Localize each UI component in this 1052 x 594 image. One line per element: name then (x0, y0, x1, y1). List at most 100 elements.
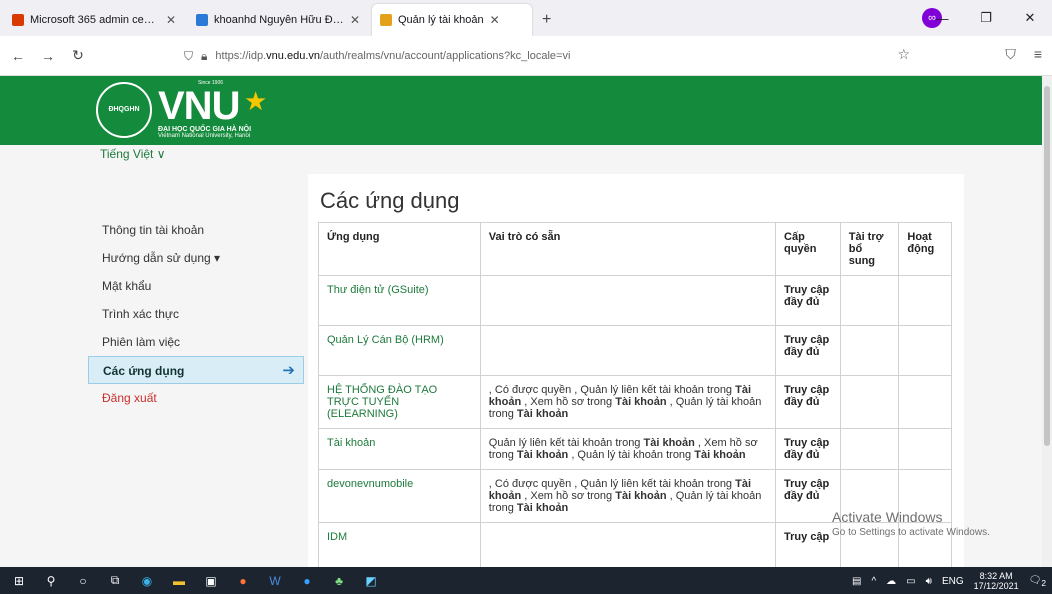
tab-title: khoanhd Nguyễn Hữu Đăng Kh (214, 14, 344, 26)
clock-date: 17/12/2021 (973, 581, 1019, 591)
table-header-row: Ứng dụng Vai trò có sẵn Cấp quyền Tài trợ b… (318, 222, 952, 276)
url-path: /auth/realms/vnu/account/applications?kc… (320, 50, 571, 62)
activate-windows-watermark: Activate Windows Go to Settings to activ… (832, 509, 990, 538)
scrollbar-thumb[interactable] (1044, 86, 1050, 446)
university-en: Vietnam National University, Hanoi (158, 133, 251, 139)
browser-tab[interactable]: khoanhd Nguyễn Hữu Đăng Kh ✕ (188, 4, 368, 36)
task-view-icon[interactable]: ⧉ (102, 571, 128, 591)
show-hidden-icons[interactable]: ^ (871, 576, 876, 587)
volume-icon[interactable]: 🔊︎ (926, 576, 932, 587)
table-row: Quản Lý Cán Bộ (HRM) Truy cập đầy đủ (318, 325, 952, 376)
watermark-line2: Go to Settings to activate Windows. (832, 527, 990, 538)
app-grant: Truy cập (775, 522, 841, 567)
table-header-cell: Vai trò có sẵn (479, 222, 777, 276)
search-icon[interactable]: ⚲ (38, 571, 64, 591)
url-prefix: https://idp. (215, 50, 267, 62)
sidebar-item-label: Hướng dẫn sử dụng ▾ (102, 251, 221, 265)
sidebar-item[interactable]: Hướng dẫn sử dụng ▾ (88, 244, 304, 272)
app-additional-grant (839, 428, 900, 470)
bookmark-star-icon[interactable]: ☆ (897, 46, 910, 63)
taskbar-app-icon[interactable]: ▤ (852, 576, 861, 587)
tab-title: Microsoft 365 admin center - N (30, 14, 160, 26)
browser-tab[interactable]: Microsoft 365 admin center - N ✕ (4, 4, 184, 36)
clock[interactable]: 8:32 AM 17/12/2021 (974, 571, 1019, 591)
firefox-icon[interactable]: ● (230, 571, 256, 591)
file-explorer-icon[interactable]: ▬ (166, 571, 192, 591)
system-tray: ▤ ^ ☁ ▭ 🔊︎ ENG 8:32 AM 17/12/2021 🗨︎2 (852, 571, 1046, 591)
star-emblem-icon: ★ (244, 86, 268, 116)
tab-favicon-icon (380, 14, 392, 26)
back-icon[interactable]: ← (6, 48, 30, 64)
page-title: Các ứng dụng (320, 188, 460, 213)
sidebar-item[interactable]: Trình xác thực (88, 300, 304, 328)
store-icon[interactable]: ▣ (198, 571, 224, 591)
page-scrollbar[interactable] (1042, 76, 1052, 567)
tab-close-icon[interactable]: ✕ (490, 13, 500, 27)
app-name[interactable]: Thư điện tử (GSuite) (318, 275, 481, 326)
sidebar-item-label: Phiên làm việc (102, 335, 181, 349)
forward-icon[interactable]: → (36, 48, 60, 64)
sidebar-item[interactable]: Phiên làm việc (88, 328, 304, 356)
sidebar-item-label: Thông tin tài khoản (102, 223, 205, 237)
sidebar-item[interactable]: Thông tin tài khoản (88, 216, 304, 244)
app-action (898, 275, 952, 326)
table-header-cell: Ứng dụng (318, 222, 481, 276)
app-roles (479, 325, 777, 376)
app-name[interactable]: devonevnumobile (318, 469, 481, 523)
vnu-logo[interactable]: ĐHQGHN Since 1906 VNU ĐẠI HỌC QUỐC GIA H… (96, 80, 267, 139)
app-grant: Truy cập đầy đủ (775, 275, 841, 326)
tab-close-icon[interactable]: ✕ (166, 13, 176, 27)
table-row: HỆ THỐNG ĐÀO TẠO TRỰC TUYẾN (ELEARNING) … (318, 375, 952, 429)
cortana-icon[interactable]: ○ (70, 571, 96, 591)
lock-icon[interactable]: 🔒︎ (201, 49, 207, 64)
tab-close-icon[interactable]: ✕ (350, 13, 360, 27)
edge-icon[interactable]: ◉ (134, 571, 160, 591)
network-icon[interactable]: ▭ (906, 576, 915, 587)
zalo-icon[interactable]: ● (294, 571, 320, 591)
page-content: ĐHQGHN Since 1906 VNU ĐẠI HỌC QUỐC GIA H… (0, 76, 1042, 567)
app-action (898, 375, 952, 429)
photos-icon[interactable]: ◩ (358, 571, 384, 591)
app-grant: Truy cập đầy đủ (775, 428, 841, 470)
network-app-icon[interactable]: ♣ (326, 571, 352, 591)
brand-text: Since 1906 VNU ĐẠI HỌC QUỐC GIA HÀ NỘI V… (158, 80, 251, 139)
windows-taskbar: ⊞ ⚲ ○ ⧉ ◉ ▬ ▣ ● W ● ♣ ◩ ▤ ^ ☁ ▭ 🔊︎ ENG 8… (0, 567, 1052, 594)
app-name[interactable]: HỆ THỐNG ĐÀO TẠO TRỰC TUYẾN (ELEARNING) (318, 375, 481, 429)
sidebar-item[interactable]: Mật khẩu (88, 272, 304, 300)
table-row: Tài khoản Quản lý liên kết tài khoản tro… (318, 428, 952, 470)
menu-icon[interactable]: ≡ (1034, 46, 1042, 63)
language-selector[interactable]: Tiếng Việt ∨ (100, 147, 165, 161)
account-sidebar: Thông tin tài khoản Hướng dẫn sử dụng ▾ Mậ… (88, 216, 304, 412)
notification-count: 2 (1041, 577, 1046, 588)
table-header-cell: Tài trợ bổ sung (839, 222, 900, 276)
sidebar-item[interactable]: Các ứng dụng ➔ (88, 356, 304, 384)
app-name[interactable]: IDM (318, 522, 481, 567)
shield-icon[interactable]: ⛉ (184, 49, 193, 64)
windows-start-icon[interactable]: ⊞ (6, 571, 32, 591)
app-name[interactable]: Tài khoản (318, 428, 481, 470)
browser-tab[interactable]: Quản lý tài khoản ✕ (372, 4, 532, 36)
browser-tab-strip: Microsoft 365 admin center - N✕khoanhd N… (0, 0, 1052, 36)
sidebar-item-label: Đăng xuất (102, 391, 157, 405)
onedrive-icon[interactable]: ☁ (886, 576, 896, 587)
app-name[interactable]: Quản Lý Cán Bộ (HRM) (318, 325, 481, 376)
url-bar[interactable]: ⛉ 🔒︎ https://idp. vnu.edu.vn/auth/realms/… (184, 43, 910, 69)
sidebar-item-label: Các ứng dụng (103, 364, 185, 378)
word-icon[interactable]: W (262, 571, 288, 591)
app-additional-grant (839, 375, 900, 429)
app-action (898, 428, 952, 470)
sidebar-item[interactable]: Đăng xuất (88, 384, 304, 412)
minimize-icon[interactable]: — (920, 11, 964, 26)
university-vi: ĐẠI HỌC QUỐC GIA HÀ NỘI (158, 126, 252, 133)
table-header-cell: Hoạt động (898, 222, 952, 276)
notification-icon[interactable]: 🗨︎2 (1029, 575, 1046, 588)
input-language[interactable]: ENG (942, 576, 964, 587)
restore-icon[interactable]: ❐ (964, 10, 1008, 26)
new-tab-button[interactable]: + (532, 4, 561, 36)
reload-icon[interactable]: ↻ (66, 47, 90, 64)
pocket-icon[interactable]: ⛉ (1005, 46, 1016, 63)
table-row: Thư điện tử (GSuite) Truy cập đầy đủ (318, 275, 952, 326)
app-roles: , Có được quyền , Quản lý liên kết tài k… (479, 375, 777, 429)
close-icon[interactable]: ✕ (1008, 10, 1052, 26)
app-additional-grant (839, 275, 900, 326)
